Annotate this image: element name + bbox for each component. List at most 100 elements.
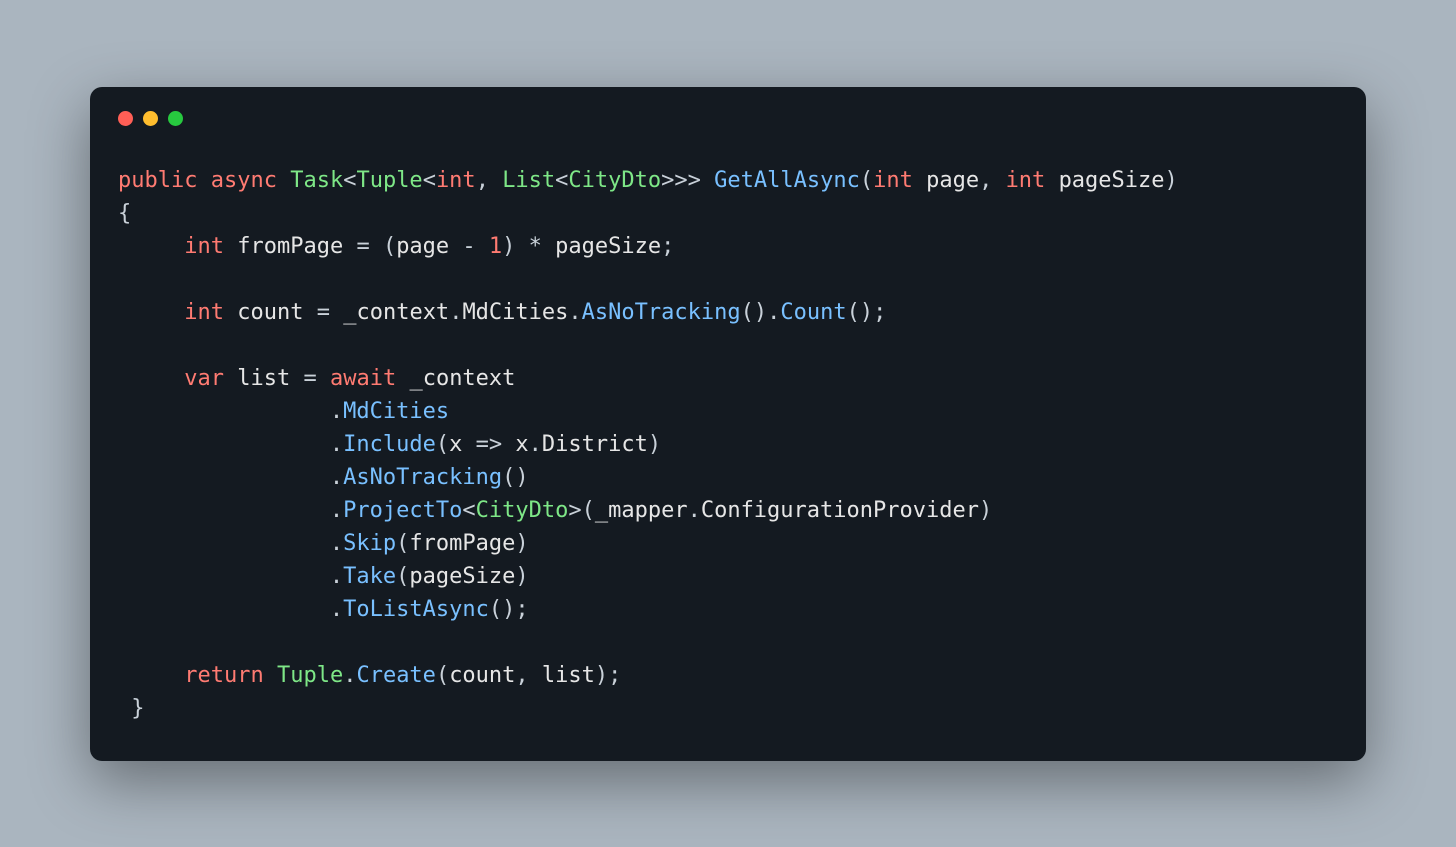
code-token: ( — [396, 531, 409, 556]
code-token: MdCities — [462, 300, 568, 325]
window-titlebar — [118, 111, 1338, 126]
code-token — [118, 663, 184, 688]
code-token: count — [237, 300, 303, 325]
code-token: . — [118, 498, 343, 523]
code-token: } — [118, 696, 145, 721]
code-token: fromPage — [237, 234, 343, 259]
code-token: >( — [568, 498, 595, 523]
code-token: ) * — [502, 234, 555, 259]
code-token — [1045, 168, 1058, 193]
code-token: ) — [515, 564, 528, 589]
code-token: ) — [648, 432, 661, 457]
code-token: int — [184, 234, 224, 259]
code-token: _context — [409, 366, 515, 391]
code-token: - — [449, 234, 489, 259]
code-token: { — [118, 201, 131, 226]
code-token: 1 — [489, 234, 502, 259]
code-token: pageSize — [1059, 168, 1165, 193]
code-token: . — [118, 465, 343, 490]
close-icon[interactable] — [118, 111, 133, 126]
code-token: var — [184, 366, 224, 391]
code-window: public async Task<Tuple<int, List<CityDt… — [90, 87, 1366, 761]
code-token: AsNoTracking — [582, 300, 741, 325]
code-token: ) — [515, 531, 528, 556]
code-token — [396, 366, 409, 391]
code-token: ( — [436, 432, 449, 457]
code-token: . — [449, 300, 462, 325]
code-token: ToListAsync — [343, 597, 489, 622]
code-token: ( — [860, 168, 873, 193]
code-token: < — [462, 498, 475, 523]
code-token: _context — [343, 300, 449, 325]
code-token: x — [449, 432, 462, 457]
code-token: await — [330, 366, 396, 391]
code-token: ( — [396, 564, 409, 589]
code-token: => — [462, 432, 515, 457]
code-token: GetAllAsync — [714, 168, 860, 193]
code-token: fromPage — [409, 531, 515, 556]
code-token: . — [568, 300, 581, 325]
code-token — [224, 366, 237, 391]
code-token: list — [542, 663, 595, 688]
code-token: List — [502, 168, 555, 193]
code-token: page — [926, 168, 979, 193]
code-token: . — [688, 498, 701, 523]
code-token: int — [184, 300, 224, 325]
code-token: ; — [661, 234, 674, 259]
code-token: Skip — [343, 531, 396, 556]
code-token: count — [449, 663, 515, 688]
code-token: () — [502, 465, 529, 490]
code-token: , — [476, 168, 503, 193]
code-token: AsNoTracking — [343, 465, 502, 490]
code-token — [118, 234, 184, 259]
code-token: ); — [595, 663, 622, 688]
maximize-icon[interactable] — [168, 111, 183, 126]
code-token: Create — [356, 663, 435, 688]
code-token — [913, 168, 926, 193]
code-token: (); — [489, 597, 529, 622]
code-token: ConfigurationProvider — [701, 498, 979, 523]
code-token: Task — [290, 168, 343, 193]
code-token: ProjectTo — [343, 498, 462, 523]
code-token: >>> — [661, 168, 714, 193]
code-token: < — [423, 168, 436, 193]
code-token: Include — [343, 432, 436, 457]
code-token: Count — [780, 300, 846, 325]
code-token: = — [303, 300, 343, 325]
code-token: . — [529, 432, 542, 457]
code-token: pageSize — [555, 234, 661, 259]
code-token — [118, 300, 184, 325]
code-token: int — [1006, 168, 1046, 193]
code-token: CityDto — [568, 168, 661, 193]
code-token: list — [237, 366, 290, 391]
code-token: x — [515, 432, 528, 457]
code-token: MdCities — [343, 399, 449, 424]
code-token: (); — [847, 300, 887, 325]
code-token: District — [542, 432, 648, 457]
code-token: int — [436, 168, 476, 193]
code-token: ( — [436, 663, 449, 688]
code-token: return — [184, 663, 263, 688]
code-token: , — [979, 168, 1006, 193]
code-block: public async Task<Tuple<int, List<CityDt… — [118, 164, 1338, 725]
code-token: (). — [741, 300, 781, 325]
code-token: < — [555, 168, 568, 193]
code-token: ) — [1165, 168, 1178, 193]
code-token: . — [118, 564, 343, 589]
code-token: < — [343, 168, 356, 193]
code-token: Take — [343, 564, 396, 589]
code-token: CityDto — [476, 498, 569, 523]
code-token: . — [118, 531, 343, 556]
code-token: _mapper — [595, 498, 688, 523]
code-token: int — [873, 168, 913, 193]
code-token — [224, 234, 237, 259]
code-token: Tuple — [356, 168, 422, 193]
minimize-icon[interactable] — [143, 111, 158, 126]
code-token: async — [211, 168, 277, 193]
code-token — [118, 366, 184, 391]
code-token — [197, 168, 210, 193]
code-token: = ( — [343, 234, 396, 259]
code-token: Tuple — [277, 663, 343, 688]
code-token — [277, 168, 290, 193]
code-token — [264, 663, 277, 688]
